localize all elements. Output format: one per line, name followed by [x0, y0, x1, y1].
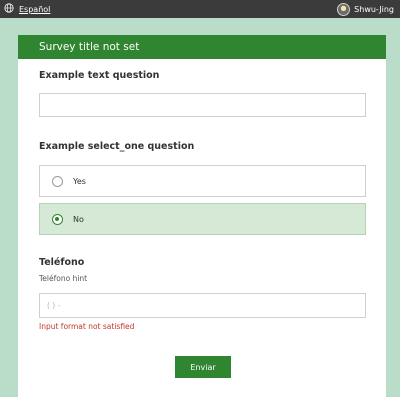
- phone-question-label: Teléfono: [39, 257, 85, 268]
- phone-placeholder: ( ) -: [47, 301, 61, 310]
- survey-form: Survey title not set Example text questi…: [18, 35, 386, 397]
- avatar[interactable]: [337, 2, 351, 16]
- select-question-label: Example select_one question: [39, 141, 195, 152]
- top-bar: Español Shwu-Jing: [0, 0, 400, 18]
- option-no-label: No: [73, 214, 84, 224]
- phone-input[interactable]: ( ) -: [39, 293, 366, 318]
- language-switcher[interactable]: Español: [4, 3, 50, 15]
- language-link[interactable]: Español: [19, 5, 50, 14]
- radio-no[interactable]: [52, 213, 63, 225]
- option-yes-label: Yes: [73, 176, 86, 186]
- submit-button[interactable]: Enviar: [175, 356, 231, 378]
- option-no[interactable]: No: [39, 203, 366, 235]
- option-yes[interactable]: Yes: [39, 165, 366, 197]
- user-menu[interactable]: Shwu-Jing: [337, 2, 394, 16]
- survey-title: Survey title not set: [39, 41, 140, 53]
- phone-hint: Teléfono hint: [39, 274, 88, 283]
- text-question-label: Example text question: [39, 70, 160, 81]
- text-question-input[interactable]: [39, 93, 366, 117]
- user-name: Shwu-Jing: [354, 4, 394, 14]
- form-header: Survey title not set: [18, 35, 386, 59]
- validation-error: Input format not satisfied: [39, 322, 135, 331]
- globe-icon: [4, 3, 14, 15]
- radio-yes[interactable]: [52, 175, 63, 187]
